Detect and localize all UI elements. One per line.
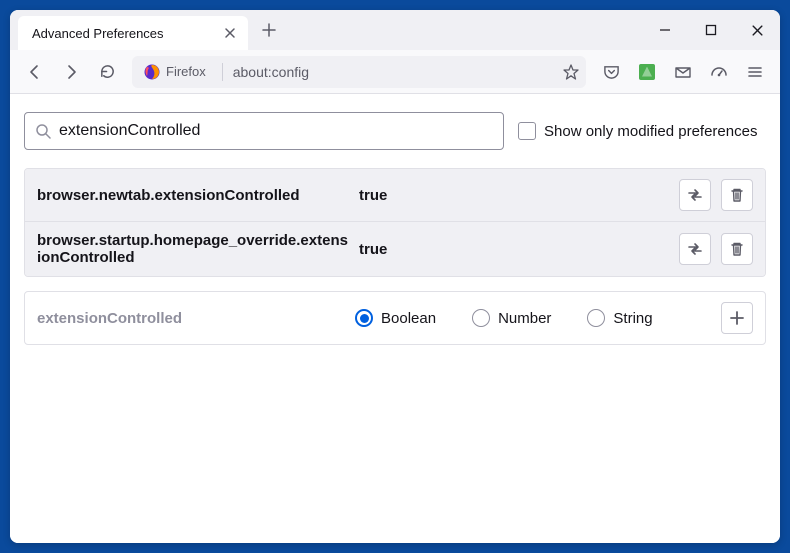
radio-icon — [472, 309, 490, 327]
about-config-content: Show only modified preferences browser.n… — [10, 94, 780, 543]
pref-name: browser.startup.homepage_override.extens… — [37, 232, 349, 266]
back-button[interactable] — [18, 56, 52, 88]
app-menu-button[interactable] — [738, 56, 772, 88]
pref-row[interactable]: browser.startup.homepage_override.extens… — [25, 221, 765, 276]
show-modified-checkbox[interactable]: Show only modified preferences — [518, 122, 757, 140]
search-input[interactable] — [59, 122, 493, 140]
pref-name: browser.newtab.extensionControlled — [37, 187, 349, 204]
identity-box[interactable]: Firefox — [138, 59, 212, 85]
radio-string[interactable]: String — [587, 309, 652, 327]
nav-toolbar: Firefox about:config — [10, 50, 780, 94]
add-button[interactable] — [721, 302, 753, 334]
browser-window: Advanced Preferences — [10, 10, 780, 543]
titlebar: Advanced Preferences — [10, 10, 780, 50]
add-pref-row: extensionControlled Boolean Number Strin… — [24, 291, 766, 345]
radio-boolean[interactable]: Boolean — [355, 309, 436, 327]
type-radios: Boolean Number String — [355, 309, 711, 327]
delete-button[interactable] — [721, 233, 753, 265]
search-icon — [35, 123, 51, 139]
firefox-logo-icon — [144, 64, 160, 80]
window-controls — [642, 10, 780, 50]
pocket-button[interactable] — [594, 56, 628, 88]
new-pref-name: extensionControlled — [37, 310, 345, 327]
search-box[interactable] — [24, 112, 504, 150]
preferences-list: browser.newtab.extensionControlled true … — [24, 168, 766, 277]
reload-button[interactable] — [90, 56, 124, 88]
pref-value: true — [359, 187, 669, 204]
checkbox-icon — [518, 122, 536, 140]
forward-button[interactable] — [54, 56, 88, 88]
search-row: Show only modified preferences — [24, 112, 766, 150]
url-text: about:config — [233, 64, 556, 80]
radio-label: String — [613, 310, 652, 327]
radio-label: Number — [498, 310, 551, 327]
maximize-button[interactable] — [688, 10, 734, 50]
radio-icon — [355, 309, 373, 327]
extension-icon[interactable] — [630, 56, 664, 88]
toggle-button[interactable] — [679, 179, 711, 211]
dashboard-icon[interactable] — [702, 56, 736, 88]
mail-icon[interactable] — [666, 56, 700, 88]
tab-advanced-preferences[interactable]: Advanced Preferences — [18, 16, 248, 50]
pref-row[interactable]: browser.newtab.extensionControlled true — [25, 169, 765, 221]
minimize-button[interactable] — [642, 10, 688, 50]
show-modified-label: Show only modified preferences — [544, 123, 757, 140]
radio-number[interactable]: Number — [472, 309, 551, 327]
radio-label: Boolean — [381, 310, 436, 327]
bookmark-star-icon[interactable] — [562, 63, 580, 81]
radio-icon — [587, 309, 605, 327]
toggle-button[interactable] — [679, 233, 711, 265]
delete-button[interactable] — [721, 179, 753, 211]
identity-label: Firefox — [166, 64, 206, 79]
pref-value: true — [359, 241, 669, 258]
tab-title: Advanced Preferences — [32, 26, 164, 41]
close-tab-icon[interactable] — [222, 25, 238, 41]
close-window-button[interactable] — [734, 10, 780, 50]
separator — [222, 63, 223, 81]
url-bar[interactable]: Firefox about:config — [132, 56, 586, 88]
new-tab-button[interactable] — [254, 15, 284, 45]
